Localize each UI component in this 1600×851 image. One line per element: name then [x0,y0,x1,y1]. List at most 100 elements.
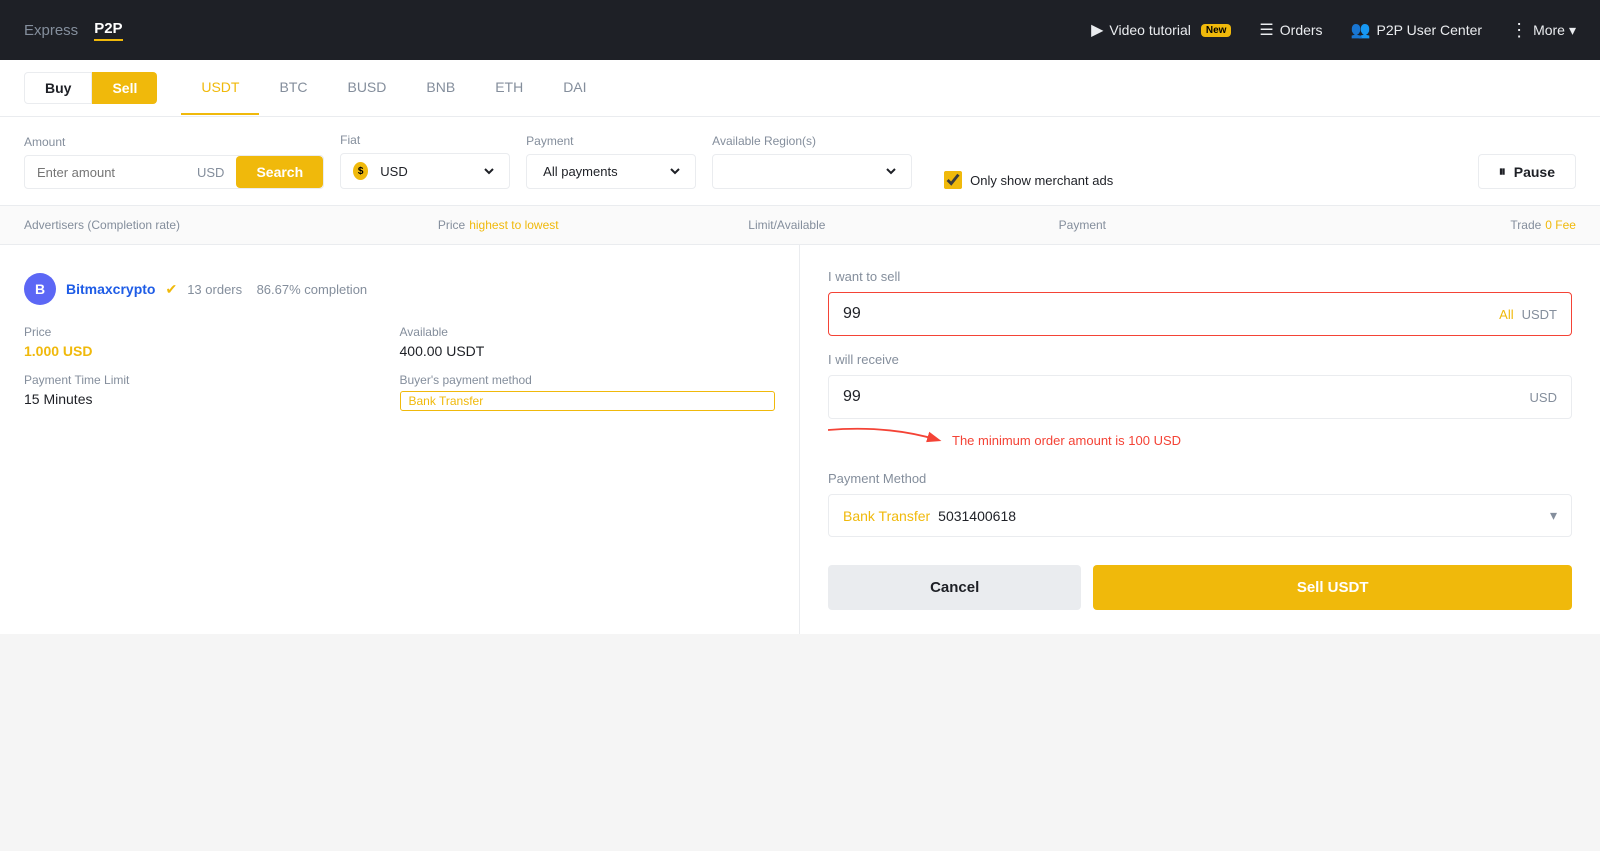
verified-icon: ✔ [165,281,177,298]
chevron-down-icon: ▾ [1569,22,1576,39]
merchant-checkbox[interactable] [944,171,962,189]
fiat-select[interactable]: USD [376,163,497,180]
error-message: The minimum order amount is 100 USD [952,433,1181,448]
listing-card: B Bitmaxcrypto ✔ 13 orders 86.67% comple… [0,245,1600,642]
buyer-payment-label: Buyer's payment method [400,373,776,387]
orders-link[interactable]: ☰ Orders [1259,20,1322,40]
receive-unit: USD [1530,390,1557,405]
coin-tabs: USDT BTC BUSD BNB ETH DAI [181,61,606,115]
usd-icon: $ [353,162,368,180]
amount-label: Amount [24,135,324,149]
tab-bnb[interactable]: BNB [406,61,475,115]
all-link[interactable]: All [1499,307,1513,322]
amount-input-wrap: USD Search [24,155,324,189]
tab-eth[interactable]: ETH [475,61,543,115]
price-detail-value: 1.000 USD [24,343,400,359]
amount-filter-group: Amount USD Search [24,135,324,189]
details-grid: Price 1.000 USD Available 400.00 USDT Pa… [24,325,775,411]
payment-time-label: Payment Time Limit [24,373,400,387]
tabs-bar: Buy Sell USDT BTC BUSD BNB ETH DAI [0,60,1600,117]
payment-method-text: Bank Transfer 5031400618 [843,508,1016,524]
col-payment: Payment [1059,218,1369,232]
receive-label: I will receive [828,352,1572,367]
pause-label: Pause [1514,164,1555,180]
tab-busd[interactable]: BUSD [327,61,406,115]
region-select-wrap[interactable] [712,154,912,189]
more-menu[interactable]: ⋮ More ▾ [1510,20,1576,41]
payment-time-value: 15 Minutes [24,391,400,407]
filter-row: Amount USD Search Fiat $ USD Payment All… [0,117,1600,206]
completion-rate: 86.67% completion [257,282,368,297]
payment-filter-group: Payment All payments [526,134,696,189]
payment-select[interactable]: All payments [539,163,683,180]
price-label: Price [438,218,465,232]
dots-icon: ⋮ [1510,20,1529,41]
col-price[interactable]: Price highest to lowest [438,218,748,232]
chevron-down-icon: ▾ [1550,507,1557,524]
price-detail: Price 1.000 USD [24,325,400,359]
error-row: The minimum order amount is 100 USD [828,425,1572,455]
pause-icon: ⏸ [1499,163,1506,180]
trade-label: Trade [1510,218,1541,232]
payment-select-wrap[interactable]: All payments [526,154,696,189]
action-buttons: Cancel Sell USDT [828,565,1572,610]
region-select[interactable] [725,163,899,180]
advertiser-row: B Bitmaxcrypto ✔ 13 orders 86.67% comple… [24,273,775,305]
search-button[interactable]: Search [236,156,323,188]
sell-button[interactable]: Sell [92,72,157,104]
trade-type-buttons: Buy Sell [24,60,157,116]
col-advertisers: Advertisers (Completion rate) [24,218,438,232]
brand-p2p: P2P [94,20,122,41]
buyer-payment-value: Bank Transfer [400,391,776,411]
tab-usdt[interactable]: USDT [181,61,259,115]
nav-actions: ▶ Video tutorial New ☰ Orders 👥 P2P User… [1091,20,1576,41]
sell-input-suffix: All USDT [1485,295,1571,334]
payment-label: Payment [526,134,696,148]
payment-method-select[interactable]: Bank Transfer 5031400618 ▾ [828,494,1572,537]
p2p-user-center-label: P2P User Center [1376,22,1482,38]
receive-unit-wrap: USD [1516,378,1571,417]
price-sort: highest to lowest [469,218,558,232]
navbar-brand: Express P2P [24,20,123,41]
avatar: B [24,273,56,305]
region-filter-group: Available Region(s) [712,134,912,189]
sell-unit: USDT [1522,307,1557,322]
available-detail: Available 400.00 USDT [400,325,776,359]
receive-input[interactable] [829,376,1516,418]
region-label: Available Region(s) [712,134,912,148]
col-limit-available: Limit/Available [748,218,1058,232]
buyer-payment-detail: Buyer's payment method Bank Transfer [400,373,776,411]
orders-count: 13 orders [187,282,242,297]
tab-dai[interactable]: DAI [543,61,606,115]
want-to-sell-label: I want to sell [828,269,1572,284]
payment-method-section: Payment Method Bank Transfer 5031400618 … [828,471,1572,537]
col-trade: Trade 0 Fee [1369,218,1576,232]
more-label: More [1533,22,1565,38]
table-header: Advertisers (Completion rate) Price high… [0,206,1600,245]
amount-input[interactable] [25,157,185,188]
video-tutorial-label: Video tutorial [1109,22,1190,38]
sell-input-wrap: All USDT [828,292,1572,336]
video-tutorial-link[interactable]: ▶ Video tutorial New [1091,20,1231,40]
bank-name: Bank Transfer [843,508,930,524]
p2p-user-center-link[interactable]: 👥 P2P User Center [1351,20,1483,40]
navbar: Express P2P ▶ Video tutorial New ☰ Order… [0,0,1600,60]
fiat-select-wrap[interactable]: $ USD [340,153,510,189]
sell-usdt-button[interactable]: Sell USDT [1093,565,1572,610]
sell-input[interactable] [829,293,1485,335]
buy-button[interactable]: Buy [24,72,92,104]
fiat-filter-group: Fiat $ USD [340,133,510,189]
orders-info: 13 orders 86.67% completion [187,282,367,297]
pause-button[interactable]: ⏸ Pause [1478,154,1576,189]
advertiser-name[interactable]: Bitmaxcrypto [66,281,155,297]
new-badge: New [1201,24,1232,37]
tab-btc[interactable]: BTC [259,61,327,115]
payment-method-label: Payment Method [828,471,1572,486]
users-icon: 👥 [1351,20,1371,40]
bank-number: 5031400618 [938,508,1016,524]
cancel-button[interactable]: Cancel [828,565,1081,610]
receive-input-wrap: USD [828,375,1572,419]
listing-right: I want to sell All USDT I will receive U… [800,245,1600,634]
merchant-label[interactable]: Only show merchant ads [970,173,1113,188]
listing-left: B Bitmaxcrypto ✔ 13 orders 86.67% comple… [0,245,800,634]
